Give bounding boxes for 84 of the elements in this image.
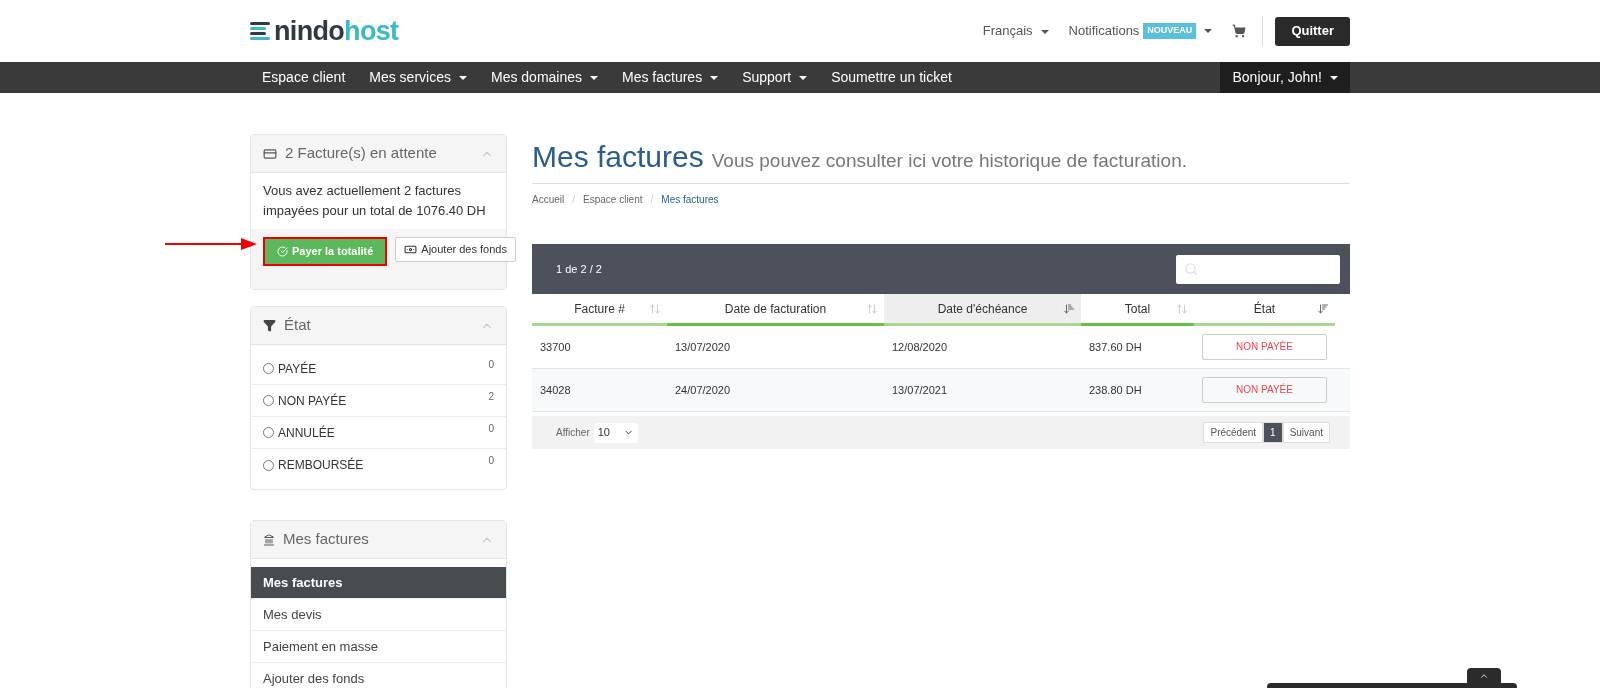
column-header[interactable]: Date d'échéance (884, 294, 1081, 326)
table-cell: 12/08/2020 (892, 340, 948, 353)
nav-item[interactable]: Support (730, 67, 820, 88)
breadcrumb-link[interactable]: Mes factures (661, 192, 719, 207)
new-badge: NOUVEAU (1143, 23, 1197, 39)
sort-icon (649, 302, 661, 315)
logout-button[interactable]: Quitter (1275, 16, 1350, 46)
status-count: 0 (488, 422, 494, 436)
breadcrumb-separator: / (572, 193, 576, 207)
sort-descending-icon (1317, 302, 1329, 315)
page-title: Mes factures (532, 139, 704, 175)
caret-icon (799, 75, 808, 80)
status-badge: NON PAYÉE (1202, 334, 1327, 360)
language-link[interactable]: Français (982, 21, 1049, 41)
panel-header[interactable]: Mes factures (251, 521, 506, 559)
logo[interactable]: nindohost (250, 17, 399, 45)
nav-item[interactable]: Mes domaines (478, 67, 610, 88)
logo-stripes-icon (250, 21, 270, 41)
status-option[interactable]: REMBOURSÉE 0 (251, 449, 506, 481)
status-badge: NON PAYÉE (1202, 377, 1327, 403)
expand-tab[interactable] (1467, 668, 1501, 684)
status-label: ANNULÉE (278, 424, 335, 442)
add-funds-button[interactable]: Ajouter des fonds (395, 237, 516, 262)
pagination-button[interactable]: 1 (1263, 422, 1283, 443)
breadcrumb-link[interactable]: Accueil (532, 192, 565, 207)
nav-item[interactable]: Mes factures (610, 67, 731, 88)
caret-icon (1330, 75, 1338, 80)
table-cell: 24/07/2020 (675, 383, 731, 396)
check-icon (277, 246, 288, 257)
table-cell: 34028 (540, 383, 571, 396)
table-cell: 238.80 DH (1089, 383, 1142, 396)
panel-header[interactable]: 2 Facture(s) en attente (251, 135, 506, 173)
status-label: REMBOURSÉE (278, 456, 364, 474)
table-cell: 13/07/2020 (675, 340, 731, 353)
nav-item[interactable]: Soumettre un ticket (819, 67, 964, 88)
status-option[interactable]: ANNULÉE 0 (251, 417, 506, 449)
sort-icon (866, 302, 878, 315)
sidebar-item[interactable]: Paiement en masse (251, 631, 506, 663)
pending-message: Vous avez actuellement 2 factures impayées pour un total de 1076.40 DH (262, 182, 487, 220)
caret-icon (458, 75, 467, 80)
caret-icon (1204, 29, 1213, 33)
caret-icon (590, 75, 598, 80)
status-count: 0 (488, 358, 494, 372)
search-field[interactable] (1176, 254, 1340, 284)
cart-icon[interactable] (1232, 24, 1247, 38)
panel-header[interactable]: État (251, 307, 506, 345)
panel-title: 2 Facture(s) en attente (285, 143, 437, 164)
sidebar-item[interactable]: Mes devis (251, 599, 506, 631)
breadcrumb-link[interactable]: Espace client (583, 192, 643, 207)
nav-item[interactable]: Espace client (250, 67, 358, 88)
nav-item[interactable]: Mes services (357, 67, 479, 88)
show-label: Afficher (556, 426, 590, 440)
table-info: 1 de 2 / 2 (556, 261, 602, 277)
pagination-button[interactable]: Précédent (1203, 422, 1264, 443)
status-count: 2 (488, 390, 494, 404)
sidebar-item[interactable]: Mes factures (251, 567, 506, 599)
sidebar-item[interactable]: Ajouter des fonds (251, 663, 506, 688)
page-size-select[interactable]: 10 (593, 422, 638, 443)
status-count: 0 (488, 454, 494, 468)
status-label: PAYÉE (278, 360, 317, 378)
caret-icon (1040, 29, 1049, 34)
panel-title: Mes factures (283, 529, 369, 550)
status-option[interactable]: PAYÉE 0 (251, 353, 506, 385)
filter-icon (263, 319, 276, 332)
search-icon (1184, 261, 1199, 277)
panel-title: État (284, 315, 311, 336)
table-row[interactable]: 34028 24/07/2020 13/07/2021 238.80 DH NON PAYÉE (532, 369, 1350, 412)
card-icon (263, 146, 277, 161)
pagination-button[interactable]: Suivant (1282, 422, 1330, 443)
sort-icon (1176, 302, 1188, 315)
bank-icon (263, 533, 275, 546)
table-cell: 33700 (540, 340, 571, 353)
banknote-icon (404, 243, 418, 256)
page-subtitle: Vous pouvez consulter ici votre historique de facturation. (711, 149, 1187, 173)
table-cell: 837.60 DH (1089, 340, 1142, 353)
status-option[interactable]: NON PAYÉE 2 (251, 385, 506, 417)
chevron-up-icon (1479, 671, 1489, 681)
user-menu[interactable]: Bonjour, John! (1220, 62, 1350, 93)
status-label: NON PAYÉE (278, 392, 347, 410)
table-cell: 13/07/2021 (892, 383, 948, 396)
breadcrumb-separator: / (650, 193, 654, 207)
notifications-link[interactable]: Notifications NOUVEAU (1068, 21, 1213, 41)
sort-ascending-icon (1063, 302, 1075, 315)
caret-icon (710, 75, 719, 80)
